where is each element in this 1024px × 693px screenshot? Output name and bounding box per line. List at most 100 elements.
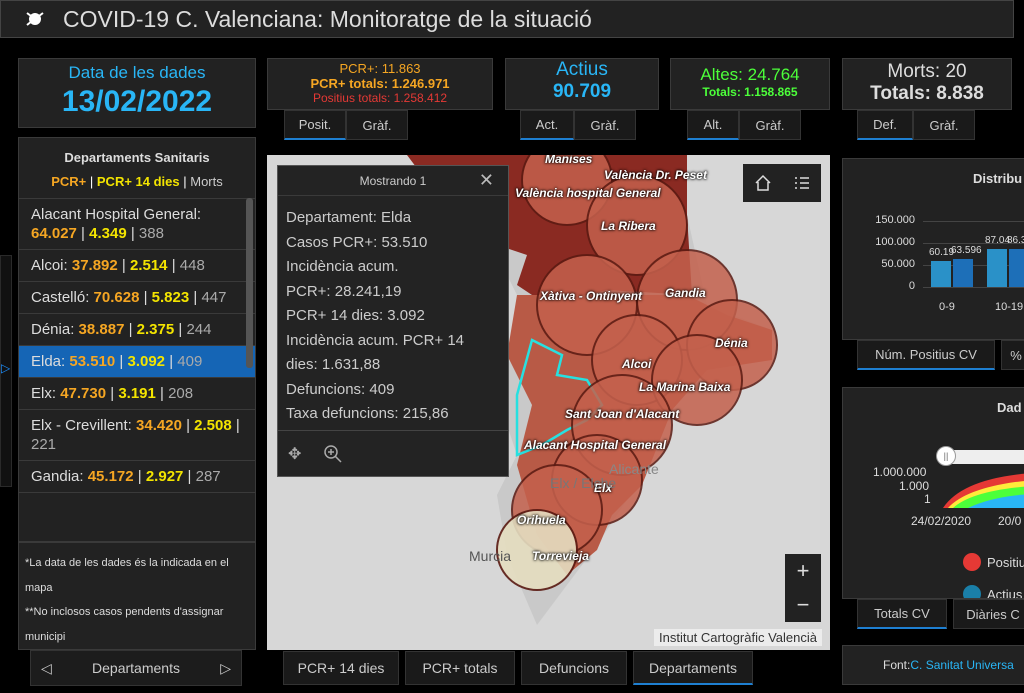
- tab-act[interactable]: Act.: [520, 110, 574, 140]
- map-label-xativa-ontinyent[interactable]: Xàtiva - Ontinyent: [540, 289, 642, 303]
- departments-notes: *La data de les dades és la indicada en …: [18, 542, 256, 650]
- dept-pcr14: 2.927: [145, 468, 184, 485]
- zoom-in-button[interactable]: +: [785, 554, 821, 588]
- dept-pcr: 64.027: [31, 225, 77, 242]
- tab-pcr14[interactable]: PCR+ 14 dies: [283, 651, 399, 685]
- bar[interactable]: [931, 260, 951, 287]
- map-label-alacant-hospital-general[interactable]: Alacant Hospital General: [524, 438, 666, 452]
- gridline: [923, 221, 1024, 222]
- tab-defuncions[interactable]: Defuncions: [521, 651, 627, 685]
- home-button[interactable]: [743, 164, 783, 202]
- tab-graf-active[interactable]: Gràf.: [574, 110, 636, 140]
- tab-graf-deaths[interactable]: Gràf.: [913, 110, 975, 140]
- date-label: Data de les dades: [68, 63, 206, 82]
- zoom-to-icon[interactable]: [323, 444, 343, 464]
- dept-sep: |: [126, 225, 139, 242]
- map-label-la-ribera[interactable]: La Ribera: [601, 219, 656, 233]
- list-item[interactable]: Alcoi: 37.892 | 2.514 | 448: [19, 250, 255, 282]
- dept-sep: |: [189, 289, 202, 306]
- map-label-valencia-hospital-general[interactable]: València hospital General: [515, 186, 661, 200]
- map-label-sant-joan[interactable]: Sant Joan d'Alacant: [565, 407, 679, 421]
- dept-pcr: 34.420: [136, 417, 182, 434]
- bar[interactable]: [1009, 249, 1024, 287]
- ytick-label: 50.000: [881, 258, 915, 270]
- chevron-left-icon[interactable]: ◁: [41, 660, 52, 677]
- dept-pcr14: 2.375: [136, 321, 175, 338]
- dept-sep: |: [115, 353, 128, 370]
- departments-nav-label: Departaments: [92, 660, 180, 676]
- active-panel: Actius 90.709: [505, 58, 659, 110]
- legend-separator: |: [86, 174, 97, 189]
- legend-pcr: PCR+: [51, 174, 87, 189]
- popup-line: Incidència acum. PCR+ 14: [286, 331, 465, 349]
- close-icon[interactable]: ✕: [479, 170, 494, 191]
- legend-separator: |: [179, 174, 191, 189]
- tab-diaries-cv[interactable]: Diàries C: [953, 599, 1024, 629]
- tab-graf-recovered[interactable]: Gràf.: [739, 110, 801, 140]
- list-item[interactable]: Gandia: 45.172 | 2.927 | 287: [19, 461, 255, 493]
- map-label-orihuela[interactable]: Orihuela: [517, 513, 566, 527]
- ytick: 1.000: [899, 479, 930, 493]
- list-item[interactable]: Elx: 47.730 | 3.191 | 208: [19, 378, 255, 410]
- dept-sep: |: [133, 468, 146, 485]
- date-value: 13/02/2022: [61, 85, 213, 118]
- map-label-manises[interactable]: Manises: [545, 155, 592, 166]
- dept-deaths: 208: [168, 385, 194, 402]
- dept-sep: |: [183, 468, 196, 485]
- map-label-la-marina-baixa[interactable]: La Marina Baixa: [639, 380, 730, 394]
- move-icon[interactable]: ✥: [288, 444, 301, 464]
- dept-pcr14: 3.092: [127, 353, 166, 370]
- tab-alt[interactable]: Alt.: [687, 110, 739, 140]
- tab-totals-cv[interactable]: Totals CV: [857, 599, 947, 629]
- dept-pcr14: 2.514: [129, 257, 168, 274]
- chevron-right-icon: ▷: [1, 361, 11, 375]
- tab-def[interactable]: Def.: [857, 110, 913, 140]
- zoom-out-button[interactable]: −: [785, 588, 821, 622]
- list-item[interactable]: Alacant Hospital General: 64.027 | 4.349…: [19, 199, 255, 250]
- tab-posit[interactable]: Posit.: [284, 110, 346, 140]
- daily-title: Dad: [997, 400, 1022, 415]
- map-label-valencia-dr-peset[interactable]: València Dr. Peset: [604, 168, 707, 182]
- list-item[interactable]: Elx - Crevillent: 34.420 | 2.508 | 221: [19, 410, 255, 461]
- recovered-label: Altes: 24.764: [700, 65, 800, 84]
- tab-percent[interactable]: %: [1001, 340, 1024, 370]
- list-item[interactable]: Castelló: 70.628 | 5.823 | 447: [19, 282, 255, 314]
- active-label: Actius: [556, 59, 608, 80]
- popup-title-text: Mostrando 1: [359, 173, 427, 188]
- map-label-torrevieja[interactable]: Torrevieja: [532, 549, 589, 563]
- side-expand-handle[interactable]: ▷: [0, 255, 12, 487]
- xtick: 24/02/2020: [911, 514, 972, 528]
- dept-sep: |: [167, 257, 180, 274]
- map-label-denia[interactable]: Dénia: [715, 336, 748, 350]
- tab-departaments[interactable]: Departaments: [633, 651, 753, 685]
- range-handle[interactable]: ||: [936, 446, 956, 466]
- bar[interactable]: [987, 248, 1007, 287]
- map-label-gandia[interactable]: Gandia: [665, 286, 706, 300]
- active-value: 90.709: [552, 81, 612, 102]
- list-item[interactable]: Dénia: 38.887 | 2.375 | 244: [19, 314, 255, 346]
- dept-sep: |: [117, 257, 130, 274]
- bar[interactable]: [953, 259, 973, 287]
- daily-area-chart: [943, 473, 1024, 508]
- xtick: 20/0: [998, 514, 1022, 528]
- page-title: COVID-19 C. Valenciana: Monitoratge de l…: [63, 5, 592, 32]
- ytick-label: 0: [908, 280, 915, 292]
- legend-deaths: Morts: [190, 174, 223, 189]
- dept-pcr14: 2.508: [194, 417, 232, 434]
- dept-sep: |: [139, 289, 152, 306]
- legend-button[interactable]: [783, 164, 821, 202]
- positives-panel: PCR+: 11.863 PCR+ totals: 1.246.971 Posi…: [267, 58, 493, 110]
- date-panel: Data de les dades 13/02/2022: [18, 58, 256, 128]
- tab-graf-positives[interactable]: Gràf.: [346, 110, 408, 140]
- chevron-right-icon[interactable]: ▷: [220, 660, 231, 677]
- departments-panel: Departaments Sanitaris PCR+ | PCR+ 14 di…: [18, 137, 256, 542]
- map-tabs: PCR+ 14 dies PCR+ totals Defuncions Depa…: [283, 651, 753, 685]
- source-link[interactable]: C. Sanitat Universa: [910, 658, 1013, 672]
- map-label-alcoi[interactable]: Alcoi: [622, 357, 651, 371]
- tab-pcr-totals[interactable]: PCR+ totals: [405, 651, 515, 685]
- scrollbar[interactable]: [246, 198, 253, 368]
- dept-deaths: 221: [31, 436, 57, 453]
- tab-num-positius[interactable]: Núm. Positius CV: [857, 340, 995, 370]
- dept-deaths: 447: [201, 289, 227, 306]
- list-item[interactable]: Elda: 53.510 | 3.092 | 409: [19, 346, 255, 378]
